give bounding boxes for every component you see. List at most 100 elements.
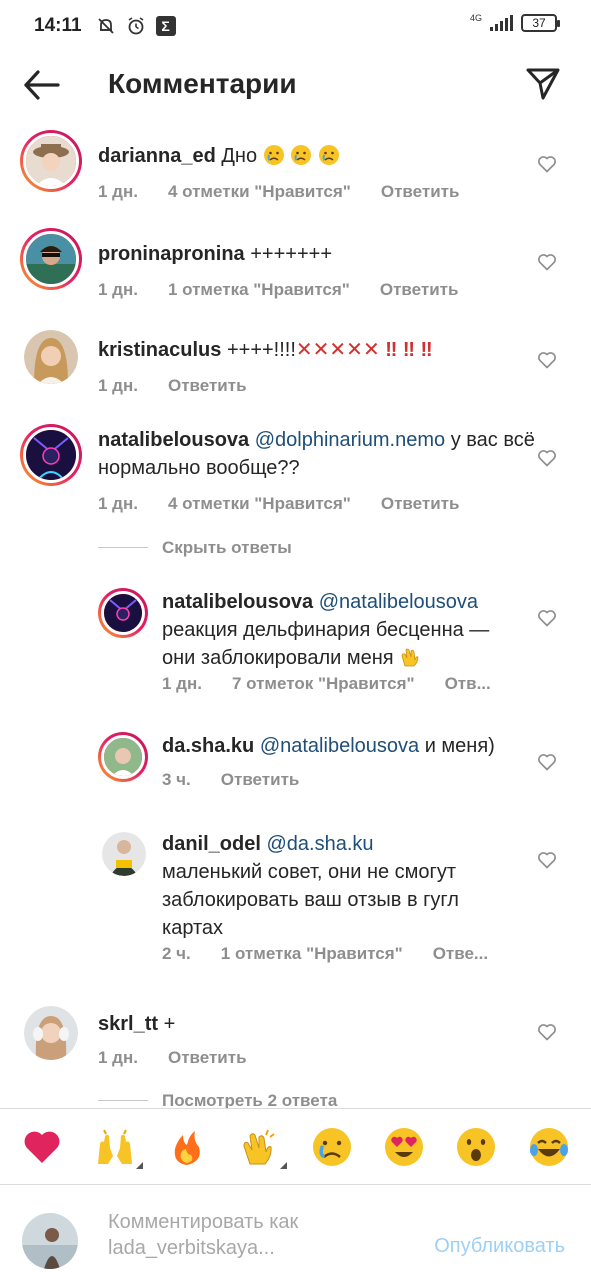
avatar[interactable] <box>20 424 82 486</box>
comment-mention[interactable]: @dolphinarium.nemo <box>255 429 445 451</box>
comment-body: kristinaculus ++++!!!!✕✕✕✕✕ ‼ ‼ ‼ <box>98 336 528 364</box>
send-icon[interactable] <box>525 66 561 102</box>
reply-button[interactable]: Ответить <box>380 280 459 300</box>
like-heart-icon[interactable] <box>537 252 557 272</box>
tears-of-joy-icon[interactable] <box>525 1123 573 1171</box>
reply-body: natalibelousova @natalibelousova реакция… <box>162 588 512 672</box>
avatar[interactable] <box>98 588 148 638</box>
status-icons: Σ <box>96 16 176 36</box>
comment-item: proninapronina +++++++ 1 дн. 1 отметка "… <box>0 226 591 316</box>
more-variants-indicator <box>280 1161 288 1169</box>
hide-replies-line <box>98 547 148 548</box>
reply-button[interactable]: Ответить <box>221 770 300 790</box>
comment-input[interactable]: Комментировать как lada_verbitskaya... <box>108 1209 408 1261</box>
comment-time: 1 дн. <box>98 376 138 395</box>
avatar[interactable] <box>98 732 148 782</box>
publish-button[interactable]: Опубликовать <box>434 1235 565 1258</box>
reply-likes[interactable]: 1 отметка "Нравится" <box>221 944 403 964</box>
comment-likes[interactable]: 1 отметка "Нравится" <box>168 280 350 300</box>
reply-text: реакция дельфинария бесценна — они забло… <box>162 619 490 669</box>
reply-body: da.sha.ku @natalibelousova и меня) <box>162 732 522 760</box>
avatar[interactable] <box>20 130 82 192</box>
like-heart-icon[interactable] <box>537 1022 557 1042</box>
comment-time: 1 дн. <box>98 280 138 299</box>
network-type: 4G <box>469 13 482 23</box>
comment-time: 1 дн. <box>98 182 138 201</box>
clapping-hands-emoji <box>399 647 421 669</box>
comment-item: kristinaculus ++++!!!!✕✕✕✕✕ ‼ ‼ ‼ 1 дн. … <box>0 324 591 414</box>
surprised-face-icon[interactable] <box>452 1123 500 1171</box>
comment-meta: 1 дн. 4 отметки "Нравится" Ответить <box>98 182 459 202</box>
comment-username[interactable]: natalibelousova <box>98 429 249 451</box>
red-heart-icon[interactable] <box>18 1123 66 1171</box>
reply-button[interactable]: Ответить <box>381 182 460 202</box>
page-title: Комментарии <box>108 68 297 99</box>
signal-icon <box>490 15 513 31</box>
quick-reactions-bar <box>0 1108 591 1184</box>
like-heart-icon[interactable] <box>537 850 557 870</box>
raising-hands-icon[interactable] <box>91 1123 143 1171</box>
reply-time: 3 ч. <box>162 770 191 789</box>
avatar[interactable] <box>20 228 82 290</box>
alarm-icon <box>126 16 146 36</box>
crying-face-emoji <box>263 145 340 167</box>
reply-text: и меня) <box>424 735 495 757</box>
comment-username[interactable]: proninapronina <box>98 243 245 265</box>
comment-username[interactable]: darianna_ed <box>98 145 216 167</box>
like-heart-icon[interactable] <box>537 448 557 468</box>
reply-button[interactable]: Отв... <box>445 674 491 694</box>
comment-text: ++++!!!! <box>226 339 296 361</box>
current-user-avatar[interactable] <box>22 1213 78 1269</box>
avatar[interactable] <box>24 330 78 384</box>
comment-meta: 1 дн. 4 отметки "Нравится" Ответить <box>98 494 459 514</box>
fire-icon[interactable] <box>163 1123 211 1171</box>
comments-list[interactable]: darianna_ed Дно 1 дн. 4 отметки "Нравитс… <box>0 118 591 1108</box>
reply-username[interactable]: da.sha.ku <box>162 735 254 757</box>
reply-username[interactable]: danil_odel <box>162 833 261 855</box>
comment-username[interactable]: skrl_tt <box>98 1013 158 1035</box>
like-heart-icon[interactable] <box>537 752 557 772</box>
heart-eyes-icon[interactable] <box>380 1123 428 1171</box>
reply-username[interactable]: natalibelousova <box>162 591 313 613</box>
reply-mention[interactable]: @natalibelousova <box>260 735 419 757</box>
avatar[interactable] <box>102 832 146 876</box>
reply-button[interactable]: Ответить <box>168 376 247 396</box>
view-replies-line <box>98 1100 148 1101</box>
comment-item: darianna_ed Дно 1 дн. 4 отметки "Нравитс… <box>0 128 591 218</box>
comment-likes[interactable]: 4 отметки "Нравится" <box>168 182 351 202</box>
reply-meta: 1 дн. 7 отметок "Нравится" Отв... <box>162 674 491 694</box>
like-heart-icon[interactable] <box>537 154 557 174</box>
reply-meta: 3 ч. Ответить <box>162 770 299 790</box>
status-right: 4G 37 <box>469 13 560 32</box>
comment-body: darianna_ed Дно <box>98 142 518 170</box>
comment-meta: 1 дн. Ответить <box>98 376 247 396</box>
reply-button[interactable]: Ответить <box>168 1048 247 1068</box>
comment-likes[interactable]: 4 отметки "Нравится" <box>168 494 351 514</box>
reply-mention[interactable]: @natalibelousova <box>319 591 478 613</box>
like-heart-icon[interactable] <box>537 350 557 370</box>
comment-meta: 1 дн. 1 отметка "Нравится" Ответить <box>98 280 458 300</box>
more-variants-indicator <box>135 1161 143 1169</box>
clapping-hands-icon[interactable] <box>235 1123 288 1171</box>
reply-time: 1 дн. <box>162 674 202 693</box>
comment-body: proninapronina +++++++ <box>98 240 518 268</box>
comment-username[interactable]: kristinaculus <box>98 339 221 361</box>
comment-body: skrl_tt + <box>98 1010 518 1038</box>
reply-button[interactable]: Ответить <box>381 494 460 514</box>
cross-mark-emoji: ✕✕✕✕✕ <box>295 339 380 361</box>
back-arrow-icon[interactable] <box>22 68 62 102</box>
reply-button[interactable]: Отве... <box>433 944 488 964</box>
reply-item: natalibelousova @natalibelousova реакция… <box>0 588 591 708</box>
like-heart-icon[interactable] <box>537 608 557 628</box>
reply-body: danil_odel @da.sha.ku маленький совет, о… <box>162 830 522 942</box>
view-replies-button[interactable]: Посмотреть 2 ответа <box>162 1091 337 1108</box>
crying-face-icon[interactable] <box>308 1123 356 1171</box>
reply-item: danil_odel @da.sha.ku маленький совет, о… <box>0 830 591 980</box>
battery-icon: 37 <box>521 14 560 32</box>
comment-time: 1 дн. <box>98 1048 138 1067</box>
reply-meta: 2 ч. 1 отметка "Нравится" Отве... <box>162 944 488 964</box>
reply-likes[interactable]: 7 отметок "Нравится" <box>232 674 415 694</box>
reply-mention[interactable]: @da.sha.ku <box>266 833 373 855</box>
hide-replies-button[interactable]: Скрыть ответы <box>162 538 292 558</box>
avatar[interactable] <box>24 1006 78 1060</box>
